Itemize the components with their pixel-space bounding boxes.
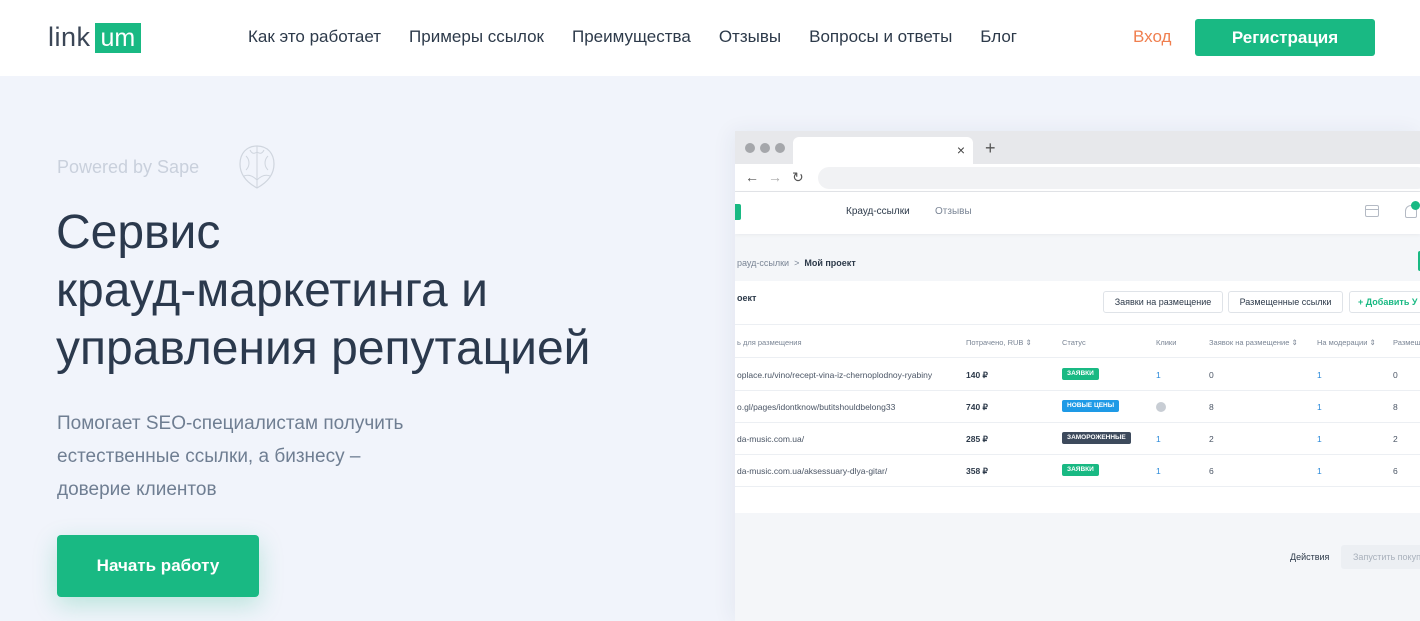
actions-label: Действия bbox=[1290, 552, 1330, 562]
browser-tabbar: × + bbox=[735, 131, 1420, 164]
status-badge: ЗАЯВКИ bbox=[1062, 464, 1099, 476]
no-clicks-icon bbox=[1156, 402, 1166, 412]
logo-badge: um bbox=[94, 22, 142, 53]
nav-reviews[interactable]: Отзывы bbox=[719, 27, 781, 47]
nav-how-it-works[interactable]: Как это работает bbox=[248, 27, 381, 47]
column-header: ь для размещения bbox=[737, 338, 802, 347]
wallet-icon bbox=[1365, 205, 1379, 217]
requests-button: Заявки на размещение bbox=[1103, 291, 1223, 313]
login-link[interactable]: Вход bbox=[1133, 27, 1171, 47]
add-button: + Добавить У bbox=[1349, 291, 1420, 313]
hero-title: Сервис крауд-маркетинга и управления реп… bbox=[56, 204, 590, 378]
app-topbar: Крауд-ссылки Отзывы bbox=[735, 192, 1420, 234]
plus-icon: + bbox=[1358, 297, 1366, 307]
row-url: da-music.com.ua/ bbox=[737, 434, 805, 444]
window-dot-icon bbox=[775, 143, 785, 153]
breadcrumb: рауд-ссылки > Мой проект bbox=[737, 258, 856, 268]
breadcrumb-current: Мой проект bbox=[804, 258, 856, 268]
hero-subtitle-line: доверие клиентов bbox=[57, 479, 217, 500]
column-header: Заявок на размещение ⇕ bbox=[1209, 338, 1298, 347]
nav-link-examples[interactable]: Примеры ссылок bbox=[409, 27, 544, 47]
app-screen: Крауд-ссылки Отзывы рауд-ссылки > Мой пр… bbox=[735, 192, 1420, 621]
site-header: link um Как это работает Примеры ссылок … bbox=[0, 0, 1420, 76]
register-button[interactable]: Регистрация bbox=[1195, 19, 1375, 56]
main-nav: Как это работает Примеры ссылок Преимуще… bbox=[248, 27, 1045, 47]
window-dot-icon bbox=[760, 143, 770, 153]
row-clicks: 1 bbox=[1156, 434, 1161, 444]
browser-addressbar: ← → ↻ bbox=[735, 164, 1420, 192]
row-moderation: 1 bbox=[1317, 466, 1322, 476]
hero-subtitle: Помогает SEO-специалистам получить естес… bbox=[57, 407, 403, 506]
row-clicks: 1 bbox=[1156, 466, 1161, 476]
row-placed: 0 bbox=[1393, 370, 1398, 380]
row-url: oplace.ru/vino/recept-vina-iz-chernoplod… bbox=[737, 370, 933, 380]
placed-links-button: Размещенные ссылки bbox=[1228, 291, 1343, 313]
table-row: da-music.com.ua/ 285 ₽ ЗАМОРОЖЕННЫЕ 1 2 … bbox=[735, 423, 1420, 455]
row-moderation: 1 bbox=[1317, 402, 1322, 412]
status-badge: ЗАЯВКИ bbox=[1062, 368, 1099, 380]
hero-subtitle-line: естественные ссылки, а бизнесу – bbox=[57, 446, 361, 467]
hero-title-line: крауд-маркетинга и bbox=[56, 264, 488, 317]
reload-icon: ↻ bbox=[792, 169, 804, 185]
nav-advantages[interactable]: Преимущества bbox=[572, 27, 691, 47]
app-nav-crowd-links: Крауд-ссылки bbox=[846, 206, 910, 217]
row-requests: 8 bbox=[1209, 402, 1214, 412]
row-spent: 285 ₽ bbox=[966, 434, 988, 444]
start-button[interactable]: Начать работу bbox=[57, 535, 259, 597]
row-spent: 140 ₽ bbox=[966, 370, 988, 380]
run-purchase-button: Запустить покуп bbox=[1341, 545, 1420, 569]
row-spent: 740 ₽ bbox=[966, 402, 988, 412]
brain-icon bbox=[239, 145, 275, 189]
notification-dot bbox=[1411, 201, 1420, 210]
table-header: ь для размещения Потрачено, RUB ⇕ Статус… bbox=[735, 324, 1420, 358]
status-badge: ЗАМОРОЖЕННЫЕ bbox=[1062, 432, 1131, 444]
column-header: Размещ bbox=[1393, 338, 1420, 347]
app-logo bbox=[735, 204, 741, 220]
browser-tab: × bbox=[793, 137, 973, 164]
hero-subtitle-line: Помогает SEO-специалистам получить bbox=[57, 413, 404, 434]
close-icon: × bbox=[956, 142, 965, 158]
row-clicks: 1 bbox=[1156, 370, 1161, 380]
row-spent: 358 ₽ bbox=[966, 466, 988, 476]
column-header: На модерации ⇕ bbox=[1317, 338, 1376, 347]
row-url: o.gl/pages/idontknow/butitshouldbelong33 bbox=[737, 402, 896, 412]
row-moderation: 1 bbox=[1317, 434, 1322, 444]
breadcrumb-parent: рауд-ссылки bbox=[737, 258, 790, 268]
column-header: Клики bbox=[1156, 338, 1177, 347]
row-url: da-music.com.ua/aksessuary-dlya-gitar/ bbox=[737, 466, 888, 476]
row-placed: 6 bbox=[1393, 466, 1398, 476]
row-placed: 8 bbox=[1393, 402, 1398, 412]
row-placed: 2 bbox=[1393, 434, 1398, 444]
nav-faq[interactable]: Вопросы и ответы bbox=[809, 27, 952, 47]
forward-arrow-icon: → bbox=[768, 169, 782, 185]
table-row: oplace.ru/vino/recept-vina-iz-chernoplod… bbox=[735, 359, 1420, 391]
table-row: da-music.com.ua/aksessuary-dlya-gitar/ 3… bbox=[735, 455, 1420, 487]
logo-text: link bbox=[48, 22, 91, 52]
breadcrumb-separator: > bbox=[794, 258, 800, 268]
logo[interactable]: link um bbox=[48, 22, 142, 53]
nav-blog[interactable]: Блог bbox=[980, 27, 1017, 47]
window-dot-icon bbox=[745, 143, 755, 153]
plus-icon: + bbox=[985, 138, 996, 158]
powered-by-label: Powered by Sape bbox=[57, 157, 200, 177]
status-badge: НОВЫЕ ЦЕНЫ bbox=[1062, 400, 1120, 412]
row-moderation: 1 bbox=[1317, 370, 1322, 380]
table-row: o.gl/pages/idontknow/butitshouldbelong33… bbox=[735, 391, 1420, 423]
project-panel: оект Заявки на размещение Размещенные сс… bbox=[735, 281, 1420, 513]
back-arrow-icon: ← bbox=[745, 169, 759, 185]
hero-title-line: управления репутацией bbox=[56, 322, 591, 375]
add-button-label: Добавить У bbox=[1365, 297, 1418, 307]
hero-title-line: Сервис bbox=[56, 206, 221, 259]
column-header: Потрачено, RUB ⇕ bbox=[966, 338, 1032, 347]
url-field bbox=[818, 167, 1420, 189]
row-requests: 6 bbox=[1209, 466, 1214, 476]
panel-title: оект bbox=[737, 293, 757, 303]
browser-mockup: × + ← → ↻ Крауд-ссылки Отзывы рауд-ссылк… bbox=[735, 131, 1420, 621]
app-nav-reviews: Отзывы bbox=[935, 206, 972, 217]
column-header: Статус bbox=[1062, 338, 1086, 347]
row-requests: 2 bbox=[1209, 434, 1214, 444]
row-requests: 0 bbox=[1209, 370, 1214, 380]
